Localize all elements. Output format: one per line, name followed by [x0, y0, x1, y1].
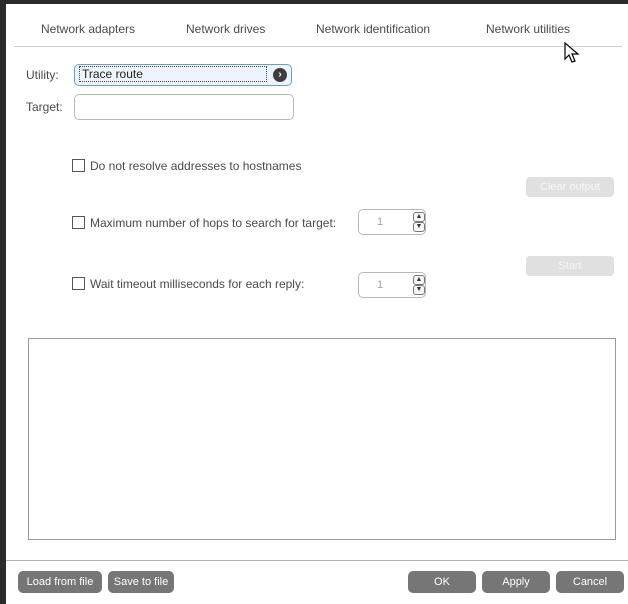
timeout-checkbox[interactable]: [72, 277, 85, 290]
apply-button[interactable]: Apply: [482, 571, 550, 593]
spin-down-icon[interactable]: ▼: [413, 285, 425, 295]
tab-divider: [14, 46, 622, 47]
network-settings-window: Network adapters Network drives Network …: [6, 4, 628, 604]
target-input[interactable]: [74, 94, 294, 120]
max-hops-checkbox[interactable]: [72, 216, 85, 229]
timeout-label: Wait timeout milliseconds for each reply…: [90, 277, 305, 291]
ok-button[interactable]: OK: [408, 571, 476, 593]
cancel-button[interactable]: Cancel: [556, 571, 624, 593]
start-button[interactable]: Start: [526, 256, 614, 276]
utility-select-value: Trace route: [79, 66, 267, 82]
timeout-value: 1: [377, 279, 384, 291]
footer-divider: [6, 560, 628, 561]
target-label: Target:: [26, 100, 63, 114]
tab-network-drives[interactable]: Network drives: [186, 22, 265, 36]
max-hops-value: 1: [377, 216, 384, 228]
load-from-file-button[interactable]: Load from file: [18, 571, 102, 593]
mouse-cursor-icon: [564, 42, 580, 63]
max-hops-label: Maximum number of hops to search for tar…: [90, 216, 337, 230]
spin-up-icon[interactable]: ▲: [413, 275, 425, 285]
chevron-right-icon[interactable]: ›: [273, 68, 287, 82]
utility-label: Utility:: [26, 68, 59, 82]
timeout-stepper[interactable]: 1 ▲ ▼: [358, 272, 426, 298]
tab-bar: Network adapters Network drives Network …: [6, 14, 628, 46]
utility-select[interactable]: Trace route ›: [74, 64, 292, 86]
spin-down-icon[interactable]: ▼: [413, 222, 425, 232]
tab-network-adapters[interactable]: Network adapters: [41, 22, 135, 36]
save-to-file-button[interactable]: Save to file: [108, 571, 174, 593]
tab-network-identification[interactable]: Network identification: [316, 22, 430, 36]
tab-network-utilities[interactable]: Network utilities: [486, 22, 570, 36]
clear-output-button[interactable]: Clear output: [526, 177, 614, 197]
spin-up-icon[interactable]: ▲: [413, 212, 425, 222]
resolve-checkbox[interactable]: [72, 159, 85, 172]
max-hops-stepper[interactable]: 1 ▲ ▼: [358, 209, 426, 235]
resolve-label: Do not resolve addresses to hostnames: [90, 159, 302, 173]
output-area[interactable]: [28, 338, 616, 540]
